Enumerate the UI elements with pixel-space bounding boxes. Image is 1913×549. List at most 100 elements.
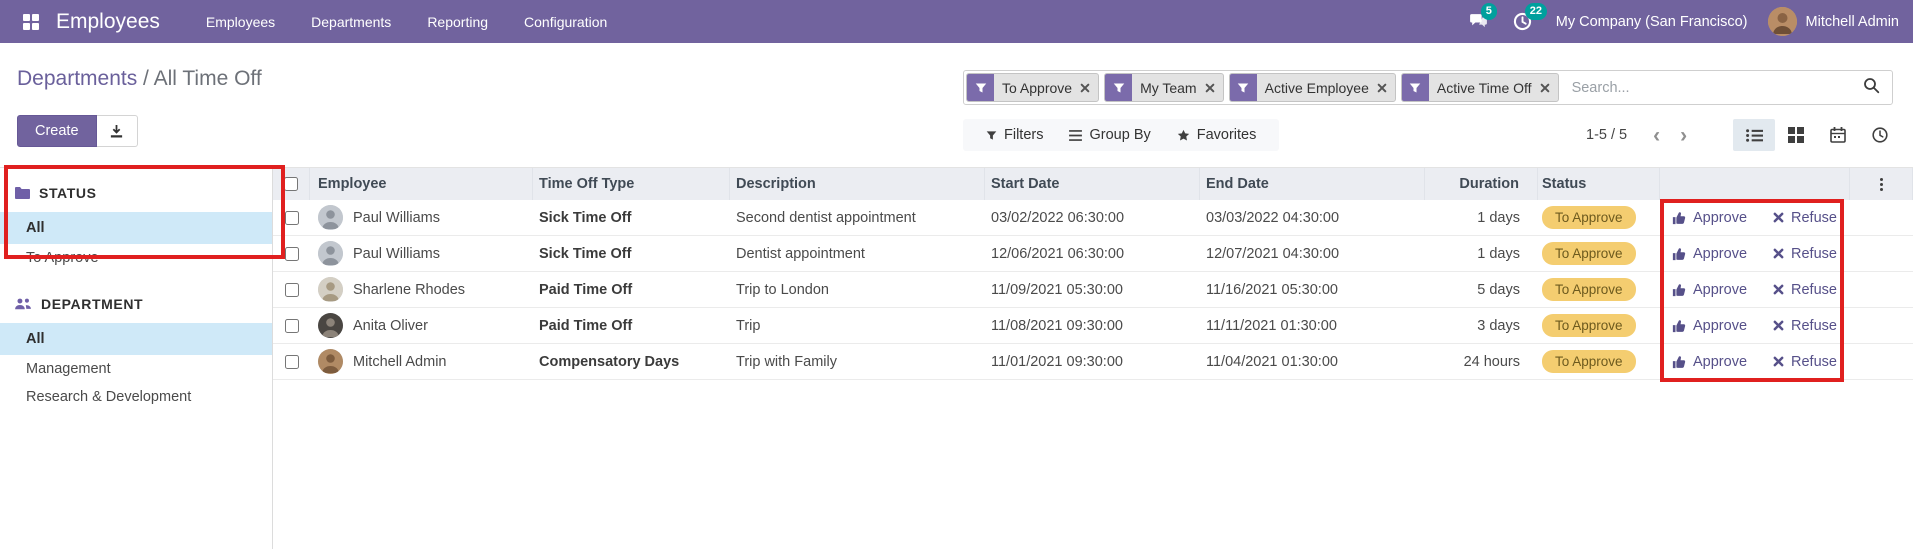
- menu-departments[interactable]: Departments: [297, 8, 405, 36]
- approve-button[interactable]: Approve: [1672, 318, 1747, 334]
- favorites-button[interactable]: Favorites: [1164, 119, 1270, 151]
- row-checkbox[interactable]: [284, 354, 299, 369]
- menu-employees[interactable]: Employees: [192, 8, 289, 36]
- facet-my-team[interactable]: My Team: [1104, 73, 1224, 102]
- page: Employees Employees Departments Reportin…: [0, 0, 1913, 549]
- facet-label: My Team: [1140, 79, 1197, 96]
- column-header-description[interactable]: Description: [730, 168, 985, 200]
- column-header-time-off-type[interactable]: Time Off Type: [533, 168, 730, 200]
- menu-configuration[interactable]: Configuration: [510, 8, 621, 36]
- breadcrumb-parent[interactable]: Departments: [17, 67, 137, 90]
- remove-facet-icon[interactable]: [1377, 74, 1395, 101]
- row-checkbox[interactable]: [284, 282, 299, 297]
- status-badge: To Approve: [1542, 241, 1636, 265]
- employee-name: Paul Williams: [353, 245, 441, 262]
- filter-funnel-icon: [1229, 74, 1257, 101]
- refuse-x-icon: [1773, 248, 1784, 259]
- apps-menu-icon[interactable]: [14, 5, 48, 39]
- filters-button[interactable]: Filters: [973, 119, 1056, 151]
- row-checkbox[interactable]: [284, 210, 299, 225]
- employee-name: Sharlene Rhodes: [353, 281, 466, 298]
- table-row[interactable]: Mitchell Admin Compensatory Days Trip wi…: [273, 344, 1913, 380]
- thumbs-up-icon: [1672, 319, 1686, 332]
- refuse-button[interactable]: Refuse: [1773, 318, 1837, 334]
- activity-view-button[interactable]: [1859, 119, 1901, 151]
- status-section-header: STATUS: [0, 185, 272, 201]
- list-view-button[interactable]: [1733, 119, 1775, 151]
- messages-button[interactable]: 5: [1468, 2, 1497, 33]
- user-menu[interactable]: Mitchell Admin: [1767, 7, 1899, 36]
- thumbs-up-icon: [1672, 355, 1686, 368]
- pager: 1-5 / 5 ‹ ›: [1586, 119, 1697, 151]
- kanban-view-button[interactable]: [1775, 119, 1817, 151]
- group-by-button[interactable]: Group By: [1056, 119, 1163, 151]
- breadcrumb: Departments / All Time Off: [17, 67, 262, 91]
- export-button[interactable]: [96, 115, 138, 147]
- employee-name: Anita Oliver: [353, 317, 428, 334]
- table-row[interactable]: Anita Oliver Paid Time Off Trip 11/08/20…: [273, 308, 1913, 344]
- menu-reporting[interactable]: Reporting: [413, 8, 502, 36]
- sidebar-item-status-all[interactable]: All: [0, 212, 272, 244]
- refuse-button[interactable]: Refuse: [1773, 354, 1837, 370]
- remove-facet-icon[interactable]: [1205, 74, 1223, 101]
- column-header-duration[interactable]: Duration: [1425, 168, 1538, 200]
- approve-button[interactable]: Approve: [1672, 282, 1747, 298]
- app-brand[interactable]: Employees: [56, 10, 160, 34]
- refuse-button[interactable]: Refuse: [1773, 210, 1837, 226]
- table-row[interactable]: Paul Williams Sick Time Off Dentist appo…: [273, 236, 1913, 272]
- start-date: 11/09/2021 05:30:00: [991, 281, 1123, 298]
- remove-facet-icon[interactable]: [1540, 74, 1558, 101]
- sidebar-item-status-to-approve[interactable]: To Approve: [0, 244, 272, 272]
- create-button[interactable]: Create: [17, 115, 97, 147]
- department-section-title: DEPARTMENT: [41, 296, 144, 312]
- facet-to-approve[interactable]: To Approve: [966, 73, 1100, 102]
- refuse-button[interactable]: Refuse: [1773, 246, 1837, 262]
- pager-previous-button[interactable]: ‹: [1643, 125, 1670, 146]
- end-date: 11/16/2021 05:30:00: [1206, 281, 1338, 298]
- duration: 1 days: [1477, 245, 1520, 262]
- approve-button[interactable]: Approve: [1672, 210, 1747, 226]
- sidebar-item-research-development[interactable]: Research & Development: [0, 383, 272, 411]
- facet-active-employee[interactable]: Active Employee: [1228, 73, 1396, 102]
- facet-active-time-off[interactable]: Active Time Off: [1400, 73, 1559, 102]
- apps-grid-icon: [23, 13, 39, 30]
- select-all-checkbox[interactable]: [284, 177, 298, 191]
- status-section-title: STATUS: [39, 185, 97, 201]
- funnel-icon: [986, 130, 997, 140]
- time-off-type: Paid Time Off: [539, 317, 633, 334]
- column-header-end-date[interactable]: End Date: [1200, 168, 1425, 200]
- sidebar-item-department-all[interactable]: All: [0, 323, 272, 355]
- refuse-x-icon: [1773, 212, 1784, 223]
- time-off-type: Sick Time Off: [539, 245, 632, 262]
- refuse-x-icon: [1773, 356, 1784, 367]
- pager-next-button[interactable]: ›: [1670, 125, 1697, 146]
- approve-button[interactable]: Approve: [1672, 246, 1747, 262]
- status-badge: To Approve: [1542, 349, 1636, 373]
- optional-columns-icon[interactable]: [1879, 177, 1883, 191]
- control-panel: Departments / All Time Off Create To App…: [0, 43, 1913, 167]
- download-icon: [110, 124, 123, 137]
- approve-label: Approve: [1693, 245, 1748, 262]
- refuse-button[interactable]: Refuse: [1773, 282, 1837, 298]
- table-row[interactable]: Paul Williams Sick Time Off Second denti…: [273, 200, 1913, 236]
- remove-facet-icon[interactable]: [1080, 74, 1098, 101]
- calendar-view-button[interactable]: [1817, 119, 1859, 151]
- activities-button[interactable]: 22: [1512, 2, 1547, 33]
- company-switcher[interactable]: My Company (San Francisco): [1556, 14, 1748, 30]
- duration: 24 hours: [1463, 353, 1520, 370]
- filter-funnel-icon: [967, 74, 994, 101]
- search-input[interactable]: [1563, 79, 1859, 96]
- column-header-employee[interactable]: Employee: [310, 168, 533, 200]
- column-header-status[interactable]: Status: [1538, 168, 1660, 200]
- group-by-label: Group By: [1089, 127, 1151, 143]
- end-date: 11/11/2021 01:30:00: [1206, 317, 1337, 334]
- search-options-toolbar: Filters Group By Favorites: [963, 119, 1280, 151]
- row-checkbox[interactable]: [284, 246, 299, 261]
- column-header-start-date[interactable]: Start Date: [985, 168, 1200, 200]
- search-icon[interactable]: [1863, 77, 1880, 99]
- start-date: 11/01/2021 09:30:00: [991, 353, 1123, 370]
- table-row[interactable]: Sharlene Rhodes Paid Time Off Trip to Lo…: [273, 272, 1913, 308]
- sidebar-item-management[interactable]: Management: [0, 355, 272, 383]
- approve-button[interactable]: Approve: [1672, 354, 1747, 370]
- row-checkbox[interactable]: [284, 318, 299, 333]
